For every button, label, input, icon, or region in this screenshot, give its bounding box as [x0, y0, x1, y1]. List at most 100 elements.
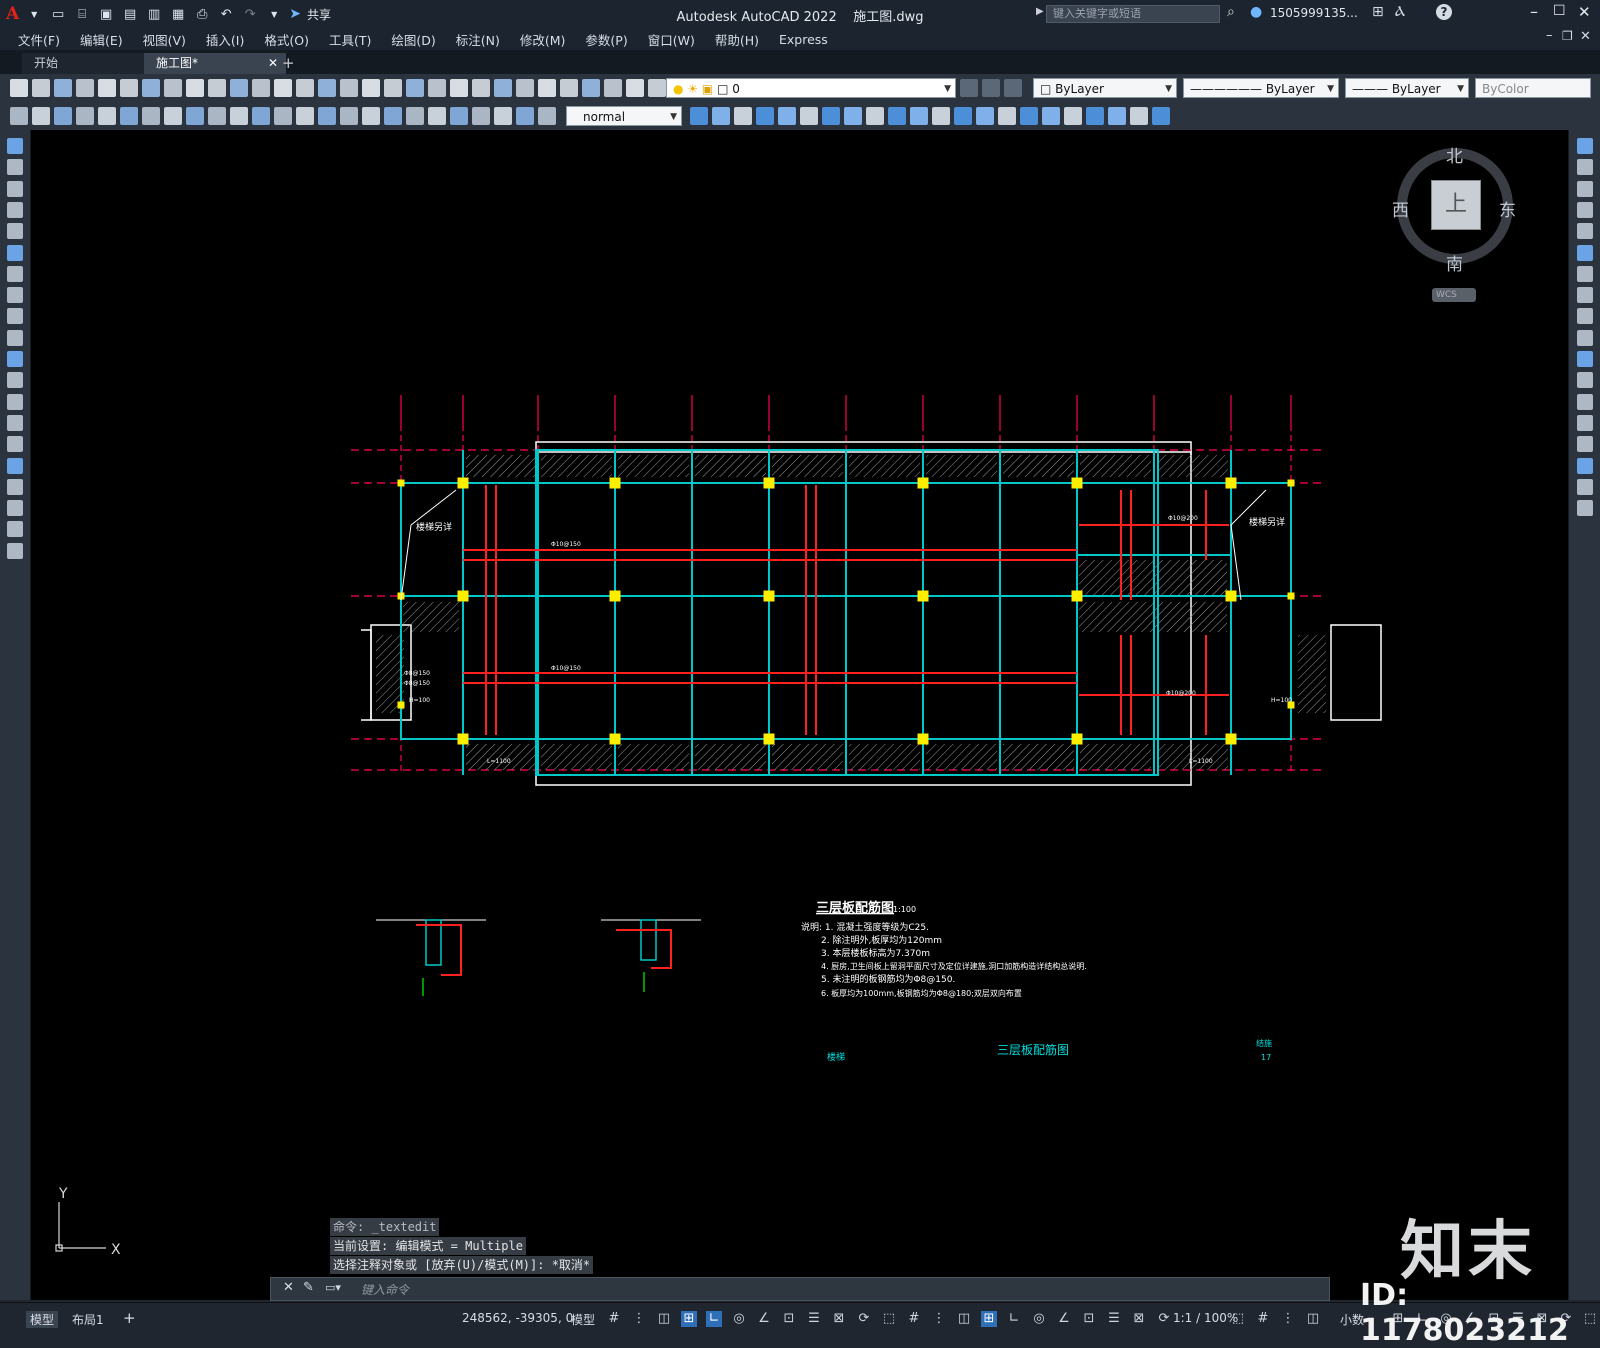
status-toggle-6-icon[interactable]: ◎	[731, 1311, 747, 1327]
viewcube-south[interactable]: 南	[1446, 250, 1463, 275]
viewcube-west[interactable]: 西	[1392, 196, 1409, 221]
modify-tool-13-icon[interactable]	[954, 107, 972, 125]
doc-close-icon[interactable]: ✕	[1580, 29, 1591, 44]
status-toggle-16-icon[interactable]: ⊞	[981, 1311, 997, 1327]
modify-tool-22-icon[interactable]	[1152, 107, 1170, 125]
modify-tool-18-icon[interactable]	[1064, 107, 1082, 125]
standard-tool-2-icon[interactable]	[32, 79, 50, 97]
doc-restore-icon[interactable]: ❐	[1562, 29, 1573, 43]
dimension-tool-1-icon[interactable]	[10, 107, 28, 125]
standard-tool-18-icon[interactable]	[384, 79, 402, 97]
linetype-dropdown[interactable]: —————— ByLayer ▼	[1183, 78, 1339, 98]
viewcube-east[interactable]: 东	[1499, 196, 1516, 221]
draw-tool-5-icon[interactable]	[7, 223, 23, 240]
status-toggle-13-icon[interactable]: #	[906, 1311, 922, 1327]
modify-palette-tool-8-icon[interactable]	[1577, 287, 1593, 304]
dimension-tool-13-icon[interactable]	[274, 107, 292, 125]
draw-tool-2-icon[interactable]	[7, 159, 23, 176]
modify-palette-tool-5-icon[interactable]	[1577, 223, 1593, 240]
annotation-scale[interactable]: 1:1 / 100%	[1173, 1311, 1238, 1325]
modify-palette-tool-1-icon[interactable]	[1577, 138, 1593, 154]
make-current-layer-icon[interactable]	[960, 79, 978, 97]
dimension-tool-24-icon[interactable]	[516, 107, 534, 125]
standard-tool-19-icon[interactable]	[406, 79, 424, 97]
modify-tool-21-icon[interactable]	[1130, 107, 1148, 125]
draw-tool-1-icon[interactable]	[7, 138, 23, 154]
modify-palette-tool-13-icon[interactable]	[1577, 393, 1593, 410]
menu-format[interactable]: 格式(O)	[254, 30, 319, 49]
new-tab-button[interactable]: +	[270, 53, 307, 74]
menu-edit[interactable]: 编辑(E)	[70, 30, 133, 49]
status-toggle-12-icon[interactable]: ⬚	[881, 1311, 897, 1327]
dimension-tool-7-icon[interactable]	[142, 107, 160, 125]
standard-tool-29-icon[interactable]	[626, 79, 644, 97]
modify-palette-tool-14-icon[interactable]	[1577, 414, 1593, 431]
draw-tool-17-icon[interactable]	[7, 478, 23, 495]
status-toggle-23-icon[interactable]: ⟳	[1156, 1311, 1172, 1327]
standard-tool-6-icon[interactable]	[120, 79, 138, 97]
standard-tool-16-icon[interactable]	[340, 79, 358, 97]
modify-tool-2-icon[interactable]	[712, 107, 730, 125]
standard-tool-1-icon[interactable]	[10, 79, 28, 97]
status-toggle-8-icon[interactable]: ⊡	[781, 1311, 797, 1327]
dimension-tool-16-icon[interactable]	[340, 107, 358, 125]
status-toggle-14-icon[interactable]: ⋮	[931, 1311, 947, 1327]
standard-tool-4-icon[interactable]	[76, 79, 94, 97]
draw-tool-12-icon[interactable]	[7, 372, 23, 389]
menu-parametric[interactable]: 参数(P)	[575, 30, 637, 49]
layer-previous-icon[interactable]	[1004, 79, 1022, 97]
dimension-tool-21-icon[interactable]	[450, 107, 468, 125]
menu-insert[interactable]: 插入(I)	[196, 30, 254, 49]
status-toggle-3-icon[interactable]: ◫	[656, 1311, 672, 1327]
modify-tool-1-icon[interactable]	[690, 107, 708, 125]
layout-tab-layout1[interactable]: 布局1	[72, 1311, 104, 1328]
status-toggle-21-icon[interactable]: ☰	[1106, 1311, 1122, 1327]
standard-tool-10-icon[interactable]	[208, 79, 226, 97]
standard-tool-8-icon[interactable]	[164, 79, 182, 97]
draw-tool-18-icon[interactable]	[7, 500, 23, 517]
dimension-tool-15-icon[interactable]	[318, 107, 336, 125]
menu-window[interactable]: 窗口(W)	[638, 30, 705, 49]
status-toggle-17-icon[interactable]: ∟	[1006, 1311, 1022, 1327]
model-space-button[interactable]: 模型	[571, 1311, 595, 1328]
draw-tool-9-icon[interactable]	[7, 308, 23, 325]
menu-dimension[interactable]: 标注(N)	[446, 30, 510, 49]
viewcube-top-face[interactable]: 上	[1431, 180, 1481, 230]
dimension-tool-12-icon[interactable]	[252, 107, 270, 125]
layer-dropdown[interactable]: ● ☀ ▣ □ 0 ▼	[666, 78, 956, 98]
search-icon[interactable]: ⌕	[1227, 4, 1235, 20]
status-toggle-2-icon[interactable]: ⋮	[631, 1311, 647, 1327]
draw-tool-4-icon[interactable]	[7, 201, 23, 218]
layout-tab-model[interactable]: 模型	[26, 1311, 59, 1328]
standard-tool-17-icon[interactable]	[362, 79, 380, 97]
dimension-tool-20-icon[interactable]	[428, 107, 446, 125]
dimension-tool-17-icon[interactable]	[362, 107, 380, 125]
drawing-canvas[interactable]: 楼梯另详 楼梯另详 Φ10@150 Φ10@150 Φ8@150 Φ8@150 …	[31, 130, 1568, 1300]
dimension-tool-5-icon[interactable]	[98, 107, 116, 125]
tab-drawing[interactable]: 施工图* ✕	[144, 53, 286, 74]
status-toggle-10-icon[interactable]: ⊠	[831, 1311, 847, 1327]
status-toggle-1-icon[interactable]: #	[606, 1311, 622, 1327]
autodesk-a360-icon[interactable]: Ⲁ	[1395, 4, 1405, 20]
menu-draw[interactable]: 绘图(D)	[381, 30, 445, 49]
standard-tool-22-icon[interactable]	[472, 79, 490, 97]
standard-tool-5-icon[interactable]	[98, 79, 116, 97]
draw-tool-8-icon[interactable]	[7, 287, 23, 304]
dimension-tool-11-icon[interactable]	[230, 107, 248, 125]
dimension-tool-6-icon[interactable]	[120, 107, 138, 125]
modify-tool-14-icon[interactable]	[976, 107, 994, 125]
status-toggle-7-icon[interactable]: ∠	[756, 1311, 772, 1327]
modify-tool-12-icon[interactable]	[932, 107, 950, 125]
modify-tool-7-icon[interactable]	[822, 107, 840, 125]
modify-palette-tool-17-icon[interactable]	[1577, 478, 1593, 495]
status-toggle-4-icon[interactable]: ⊞	[681, 1311, 697, 1327]
cart-icon[interactable]: ⊞	[1372, 4, 1384, 20]
modify-palette-tool-12-icon[interactable]	[1577, 372, 1593, 389]
status-toggle-9-icon[interactable]: ☰	[806, 1311, 822, 1327]
status-toggle-5-icon[interactable]: ∟	[706, 1311, 722, 1327]
status-toggle-27-icon[interactable]: ◫	[1305, 1311, 1321, 1327]
modify-tool-9-icon[interactable]	[866, 107, 884, 125]
search-expand-icon[interactable]: ▶	[1036, 6, 1044, 17]
standard-tool-23-icon[interactable]	[494, 79, 512, 97]
modify-palette-tool-3-icon[interactable]	[1577, 180, 1593, 197]
